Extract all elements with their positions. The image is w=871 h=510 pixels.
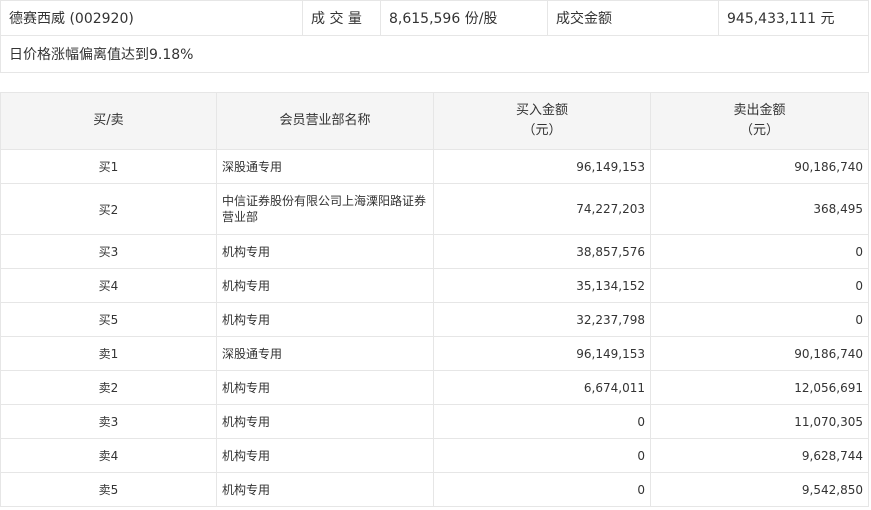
row-sell-amount: 11,070,305 <box>650 404 869 439</box>
row-buy-amount: 6,674,011 <box>433 370 651 405</box>
row-dept: 深股通专用 <box>216 149 434 184</box>
table-row: 卖4 机构专用 0 9,628,744 <box>0 438 869 473</box>
row-sell-amount: 0 <box>650 302 869 337</box>
row-buy-amount: 35,134,152 <box>433 268 651 303</box>
row-side: 卖3 <box>0 404 217 439</box>
row-sell-amount: 12,056,691 <box>650 370 869 405</box>
row-dept: 深股通专用 <box>216 336 434 371</box>
row-side: 买1 <box>0 149 217 184</box>
header-dept: 会员营业部名称 <box>216 92 434 150</box>
volume-label: 成 交 量 <box>302 0 381 36</box>
table-row: 买2 中信证券股份有限公司上海溧阳路证券营业部 74,227,203 368,4… <box>0 183 869 235</box>
row-dept: 机构专用 <box>216 234 434 269</box>
header-sell-line2: （元） <box>739 123 779 138</box>
header-sell-line1: 卖出金额 <box>733 103 786 118</box>
trade-summary-table: 德赛西威 (002920) 成 交 量 8,615,596 份/股 成交金额 9… <box>0 0 869 73</box>
row-dept: 机构专用 <box>216 370 434 405</box>
row-buy-amount: 96,149,153 <box>433 336 651 371</box>
row-sell-amount: 368,495 <box>650 183 869 235</box>
header-buy-line1: 买入金额 <box>515 103 568 118</box>
header-buy-line2: （元） <box>522 123 562 138</box>
row-dept: 机构专用 <box>216 404 434 439</box>
row-dept: 机构专用 <box>216 438 434 473</box>
amount-value: 945,433,111 元 <box>718 0 869 36</box>
row-sell-amount: 90,186,740 <box>650 336 869 371</box>
row-side: 买5 <box>0 302 217 337</box>
row-side: 卖1 <box>0 336 217 371</box>
row-sell-amount: 0 <box>650 268 869 303</box>
row-buy-amount: 38,857,576 <box>433 234 651 269</box>
row-sell-amount: 0 <box>650 234 869 269</box>
stock-name: 德赛西威 (002920) <box>0 0 303 36</box>
listing-reason: 日价格涨幅偏离值达到9.18% <box>0 35 869 73</box>
header-side: 买/卖 <box>0 92 217 150</box>
row-dept: 机构专用 <box>216 302 434 337</box>
table-row: 买3 机构专用 38,857,576 0 <box>0 234 869 269</box>
table-row: 买1 深股通专用 96,149,153 90,186,740 <box>0 149 869 184</box>
row-sell-amount: 9,542,850 <box>650 472 869 507</box>
table-row: 卖5 机构专用 0 9,542,850 <box>0 472 869 507</box>
row-buy-amount: 74,227,203 <box>433 183 651 235</box>
broker-detail-table: 买/卖 会员营业部名称 买入金额 （元） 卖出金额 （元） 买1 深股通专用 9… <box>0 92 869 507</box>
row-buy-amount: 96,149,153 <box>433 149 651 184</box>
detail-header-row: 买/卖 会员营业部名称 买入金额 （元） 卖出金额 （元） <box>0 92 869 150</box>
table-row: 卖1 深股通专用 96,149,153 90,186,740 <box>0 336 869 371</box>
row-side: 卖4 <box>0 438 217 473</box>
row-side: 买4 <box>0 268 217 303</box>
table-row: 卖2 机构专用 6,674,011 12,056,691 <box>0 370 869 405</box>
header-sell-amount: 卖出金额 （元） <box>650 92 869 150</box>
summary-row: 德赛西威 (002920) 成 交 量 8,615,596 份/股 成交金额 9… <box>0 0 869 36</box>
amount-label: 成交金额 <box>547 0 719 36</box>
row-dept: 中信证券股份有限公司上海溧阳路证券营业部 <box>216 183 434 235</box>
row-sell-amount: 90,186,740 <box>650 149 869 184</box>
row-buy-amount: 32,237,798 <box>433 302 651 337</box>
table-row: 卖3 机构专用 0 11,070,305 <box>0 404 869 439</box>
row-dept: 机构专用 <box>216 472 434 507</box>
header-buy-amount: 买入金额 （元） <box>433 92 651 150</box>
summary-reason-row: 日价格涨幅偏离值达到9.18% <box>0 35 869 73</box>
table-row: 买4 机构专用 35,134,152 0 <box>0 268 869 303</box>
row-buy-amount: 0 <box>433 472 651 507</box>
volume-value: 8,615,596 份/股 <box>380 0 548 36</box>
table-row: 买5 机构专用 32,237,798 0 <box>0 302 869 337</box>
row-side: 买2 <box>0 183 217 235</box>
row-side: 卖2 <box>0 370 217 405</box>
row-side: 买3 <box>0 234 217 269</box>
row-side: 卖5 <box>0 472 217 507</box>
row-buy-amount: 0 <box>433 404 651 439</box>
row-dept: 机构专用 <box>216 268 434 303</box>
row-buy-amount: 0 <box>433 438 651 473</box>
row-sell-amount: 9,628,744 <box>650 438 869 473</box>
